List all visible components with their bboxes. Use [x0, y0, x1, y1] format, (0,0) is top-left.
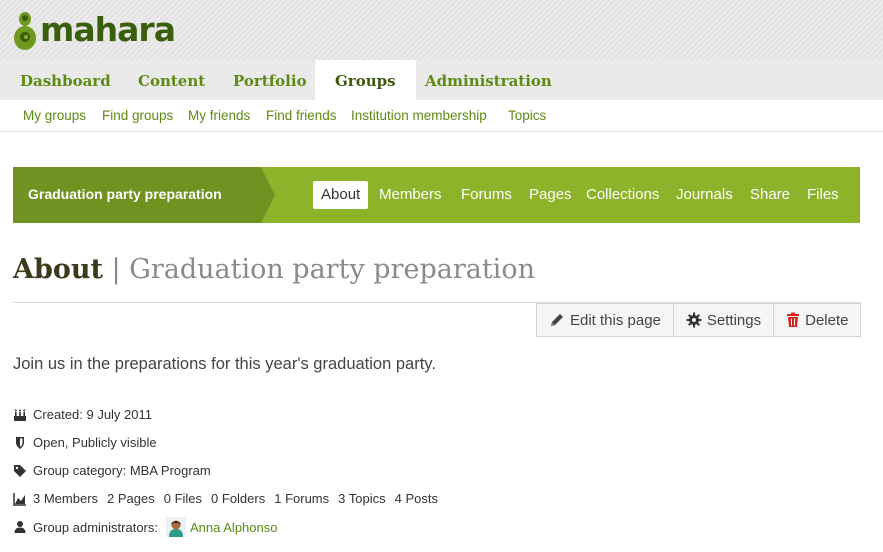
delete-label: Delete	[805, 311, 849, 329]
subnav-topics[interactable]: Topics	[508, 108, 546, 123]
stat-files: 0 Files	[163, 491, 203, 506]
avatar-image	[166, 517, 186, 537]
admins-row: Group administrators: Anna Alphonso	[13, 517, 277, 537]
group-tab-pages[interactable]: Pages	[521, 181, 580, 209]
fern-icon	[14, 12, 36, 50]
group-description: Join us in the preparations for this yea…	[13, 355, 436, 373]
group-tab-journals[interactable]: Journals	[668, 181, 741, 209]
gear-icon	[686, 312, 702, 328]
group-tab-members[interactable]: Members	[371, 181, 450, 209]
stat-forums: 1 Forums	[274, 491, 330, 506]
category-text: Group category: MBA Program	[33, 463, 211, 478]
edit-page-button[interactable]: Edit this page	[537, 304, 674, 336]
brand-name: mahara	[40, 9, 176, 49]
settings-button[interactable]: Settings	[674, 304, 775, 336]
tab-dashboard[interactable]: Dashboard	[0, 60, 131, 100]
group-tab-files[interactable]: Files	[799, 181, 847, 209]
group-title[interactable]: Graduation party preparation	[28, 186, 222, 202]
edit-page-label: Edit this page	[570, 311, 661, 329]
subnav-my-groups[interactable]: My groups	[23, 108, 86, 123]
page-heading: About | Graduation party preparation	[13, 254, 535, 285]
group-tab-forums[interactable]: Forums	[453, 181, 520, 209]
stat-folders: 0 Folders	[211, 491, 266, 506]
visibility-row: Open, Publicly visible	[13, 435, 157, 450]
tab-groups[interactable]: Groups	[315, 60, 416, 100]
tab-portfolio[interactable]: Portfolio	[213, 60, 327, 100]
tab-administration[interactable]: Administration	[405, 60, 572, 100]
category-row: Group category: MBA Program	[13, 463, 211, 478]
area-chart-icon	[13, 492, 26, 506]
stat-topics: 3 Topics	[338, 491, 386, 506]
tag-icon	[14, 464, 26, 477]
avatar[interactable]	[166, 517, 186, 537]
delete-button[interactable]: Delete	[774, 304, 860, 336]
birthday-cake-icon	[14, 409, 26, 421]
group-tab-collections[interactable]: Collections	[578, 181, 667, 209]
user-icon	[14, 521, 26, 533]
created-row: Created: 9 July 2011	[13, 407, 152, 422]
subnav-institution-membership[interactable]: Institution membership	[351, 108, 487, 123]
created-date: Created: 9 July 2011	[33, 407, 152, 422]
page-actions: Edit this page Settings Delete	[536, 303, 862, 337]
subnav-my-friends[interactable]: My friends	[188, 108, 250, 123]
site-header: mahara	[0, 0, 883, 60]
shield-icon	[16, 436, 24, 449]
mahara-logo[interactable]: mahara	[12, 6, 176, 52]
trash-icon	[787, 312, 800, 327]
group-navigation-bar: Graduation party preparation About Membe…	[13, 167, 860, 223]
pencil-icon	[551, 314, 563, 326]
settings-label: Settings	[706, 311, 762, 329]
subnav-find-friends[interactable]: Find friends	[266, 108, 337, 123]
stat-pages: 2 Pages	[107, 491, 155, 506]
main-navigation: Dashboard Content Portfolio Groups Admin…	[0, 60, 883, 100]
visibility-text: Open, Publicly visible	[33, 435, 157, 450]
page-subtitle: Graduation party preparation	[129, 254, 535, 285]
subnav-find-groups[interactable]: Find groups	[102, 108, 173, 123]
stat-members: 3 Members	[33, 491, 99, 506]
group-title-arrow	[261, 167, 275, 223]
sub-navigation: My groups Find groups My friends Find fr…	[0, 100, 883, 132]
stat-posts: 4 Posts	[394, 491, 438, 506]
admins-label: Group administrators:	[33, 519, 158, 535]
stats-row: 3 Members 2 Pages 0 Files 0 Folders 1 Fo…	[13, 491, 447, 506]
group-tab-share[interactable]: Share	[742, 181, 798, 209]
page-title: About	[13, 254, 103, 285]
heading-separator: |	[111, 254, 121, 285]
group-tab-about[interactable]: About	[313, 181, 369, 209]
tab-content[interactable]: Content	[118, 60, 225, 100]
admin-link[interactable]: Anna Alphonso	[190, 520, 277, 535]
